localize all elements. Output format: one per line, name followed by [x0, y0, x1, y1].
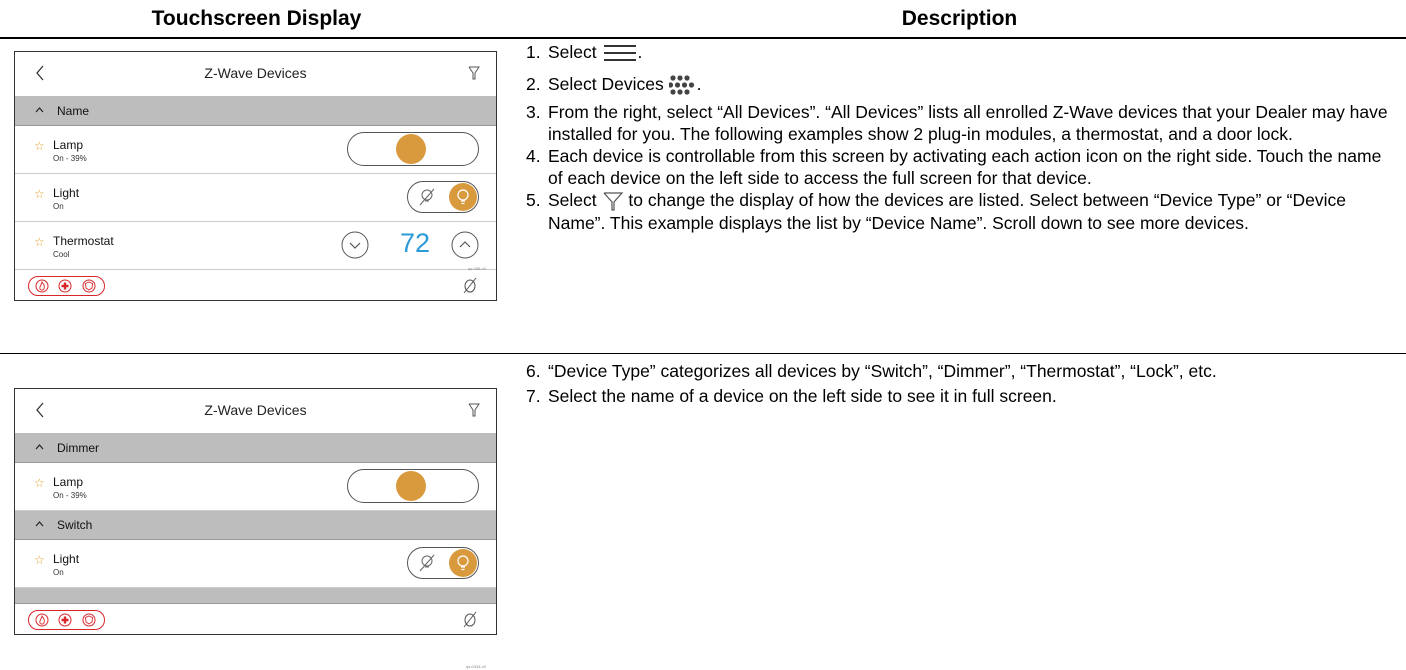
row-divider	[0, 353, 1406, 354]
group-header-name[interactable]: Name	[15, 97, 496, 126]
device-status: On	[53, 202, 64, 211]
screen-title: Z-Wave Devices	[204, 65, 307, 81]
device-name[interactable]: Lamp	[53, 475, 83, 489]
dimmer-knob[interactable]	[396, 471, 426, 501]
device-name[interactable]: Light	[53, 552, 79, 566]
star-icon[interactable]: ☆	[34, 188, 45, 200]
device-row-thermostat: ☆ Thermostat Cool 72	[15, 222, 496, 270]
group-label: Switch	[57, 518, 93, 532]
step-6: 6. “Device Type” categorizes all devices …	[526, 361, 1217, 381]
filter-icon	[603, 192, 623, 211]
screen-footer	[15, 604, 496, 634]
device-status: On	[53, 568, 64, 577]
emergency-buttons[interactable]	[28, 276, 105, 296]
fire-icon[interactable]	[35, 279, 49, 293]
device-name[interactable]: Light	[53, 186, 79, 200]
chevron-up-icon	[35, 521, 44, 527]
bulb-off-icon[interactable]	[416, 186, 438, 208]
menu-icon	[603, 45, 636, 62]
step-7: 7. Select the name of a device on the lef…	[526, 386, 1057, 406]
screen-title: Z-Wave Devices	[204, 402, 307, 418]
bulb-icon	[457, 555, 469, 571]
mute-icon[interactable]	[463, 276, 477, 294]
star-icon[interactable]: ☆	[34, 477, 45, 489]
emergency-buttons[interactable]	[28, 610, 105, 630]
description-steps-6-7: 6. “Device Type” categorizes all devices …	[526, 360, 1396, 407]
device-row-lamp: ☆ Lamp On - 39%	[15, 126, 496, 174]
device-name[interactable]: Lamp	[53, 138, 83, 152]
bulb-icon	[457, 189, 469, 205]
star-icon[interactable]: ☆	[34, 140, 45, 152]
group-header-switch[interactable]: Switch	[15, 511, 496, 540]
chevron-up-icon	[35, 444, 44, 450]
light-switch-toggle[interactable]	[407, 181, 479, 213]
light-switch-toggle[interactable]	[407, 547, 479, 579]
switch-on-state[interactable]	[449, 183, 477, 211]
chevron-down-icon[interactable]	[341, 231, 369, 259]
dimmer-knob[interactable]	[396, 134, 426, 164]
group-header-dimmer[interactable]: Dimmer	[15, 434, 496, 463]
group-label: Name	[57, 104, 90, 118]
device-row-light: ☆ Light On	[15, 174, 496, 222]
star-icon[interactable]: ☆	[34, 236, 45, 248]
switch-on-state[interactable]	[449, 549, 477, 577]
header-rule	[0, 37, 1406, 39]
group-label: Dimmer	[57, 441, 99, 455]
device-status: On - 39%	[53, 154, 87, 163]
device-status: On - 39%	[53, 491, 87, 500]
mute-icon[interactable]	[463, 610, 477, 628]
devices-grid-icon	[668, 75, 694, 95]
filter-icon[interactable]	[468, 403, 480, 417]
medical-icon[interactable]	[58, 279, 72, 293]
screen-footer	[15, 270, 496, 300]
star-icon[interactable]: ☆	[34, 554, 45, 566]
figure-code: qs-0334-v0	[466, 664, 487, 669]
chevron-up-icon	[35, 107, 44, 113]
description-steps-1-5: 1. Select . 2. Select Devices . 3. From the…	[526, 41, 1396, 234]
step-5: 5. Select to change the display of how th…	[526, 190, 1346, 234]
filter-icon[interactable]	[468, 66, 480, 80]
dimmer-slider[interactable]	[347, 132, 479, 166]
thermostat-setpoint: 72	[399, 228, 430, 258]
figure-code: qs-085-v0	[468, 266, 486, 271]
column-header-description: Description	[901, 7, 1018, 30]
police-icon[interactable]	[82, 279, 96, 293]
column-header-touchscreen: Touchscreen Display	[151, 7, 362, 30]
screen-top-bar: Z-Wave Devices	[15, 389, 496, 434]
screen-top-bar: Z-Wave Devices	[15, 52, 496, 97]
device-row-lamp: ☆ Lamp On - 39%	[15, 463, 496, 511]
device-name[interactable]: Thermostat	[53, 234, 114, 248]
medical-icon[interactable]	[58, 613, 72, 627]
device-row-light: ☆ Light On	[15, 540, 496, 588]
chevron-up-icon[interactable]	[451, 231, 479, 259]
touchscreen-mock-by-type: Z-Wave Devices Dimmer ☆ Lamp On - 39% Sw…	[14, 388, 497, 635]
bulb-off-icon[interactable]	[416, 552, 438, 574]
step-3: 3. From the right, select “All Devices”. …	[526, 102, 1388, 144]
step-1: 1. Select .	[526, 42, 643, 62]
step-2: 2. Select Devices .	[526, 73, 1396, 97]
police-icon[interactable]	[82, 613, 96, 627]
empty-group-bar	[15, 588, 496, 604]
touchscreen-mock-by-name: Z-Wave Devices Name ☆ Lamp On - 39% ☆ Li…	[14, 51, 497, 301]
fire-icon[interactable]	[35, 613, 49, 627]
step-4: 4. Each device is controllable from this …	[526, 146, 1382, 188]
device-status: Cool	[53, 250, 70, 259]
dimmer-slider[interactable]	[347, 469, 479, 503]
